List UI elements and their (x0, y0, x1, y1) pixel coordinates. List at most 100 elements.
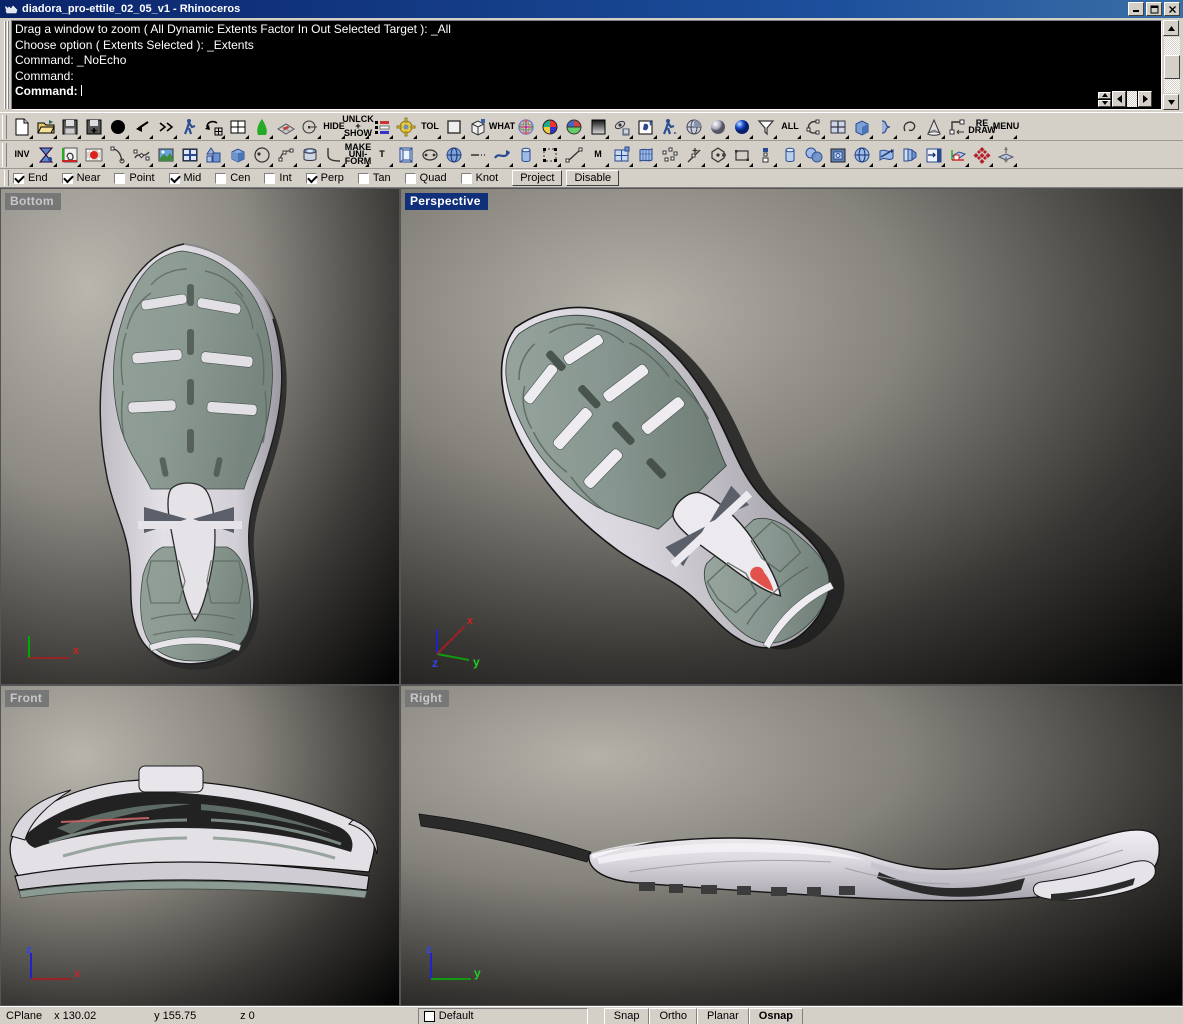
status-ortho-button[interactable]: Ortho (649, 1007, 697, 1024)
cone-button[interactable] (922, 114, 946, 140)
point-cloud-button[interactable] (658, 142, 682, 168)
osnap-mid[interactable]: Mid (168, 172, 201, 184)
group-button[interactable] (538, 142, 562, 168)
osnap-int-checkbox[interactable] (264, 172, 276, 184)
loft-button[interactable] (898, 114, 922, 140)
osnap-knot-checkbox[interactable] (460, 172, 472, 184)
toolbar-grip[interactable] (2, 142, 7, 167)
osnap-int[interactable]: Int (264, 172, 292, 184)
shaded-view-button[interactable] (706, 114, 730, 140)
twist-button[interactable] (874, 142, 898, 168)
background-bitmap-button[interactable] (154, 142, 178, 168)
status-snap-button[interactable]: Snap (603, 1007, 650, 1024)
osnap-near[interactable]: Near (61, 172, 100, 184)
insert-block-button[interactable] (922, 142, 946, 168)
viewport-four-button[interactable] (826, 114, 850, 140)
point-object-button[interactable] (298, 114, 322, 140)
flow-along-curve-button[interactable] (490, 142, 514, 168)
viewport-right-canvas[interactable] (401, 686, 1182, 1005)
command-area-grip[interactable] (3, 20, 11, 110)
unlock-show-button[interactable]: UNLCK + SHOW (342, 114, 374, 140)
sphere-button[interactable] (442, 142, 466, 168)
viewport-right[interactable]: Right z y (400, 685, 1183, 1006)
cplane-label[interactable]: CPlane (0, 1008, 48, 1024)
viewport-perspective-canvas[interactable] (401, 189, 1182, 684)
cube-solid-button[interactable] (226, 142, 250, 168)
osnap-cen-checkbox[interactable] (215, 172, 227, 184)
osnap-point-checkbox[interactable] (114, 172, 126, 184)
command-scrollbar[interactable] (1163, 20, 1181, 110)
undo-view-change-button[interactable] (202, 114, 226, 140)
render-preview-button[interactable] (610, 114, 634, 140)
scroll-down-button[interactable] (1163, 94, 1179, 110)
make-uniform-button[interactable]: MAKE UNI- FORM (345, 142, 371, 168)
osnap-knot[interactable]: Knot (460, 172, 498, 184)
open-file-button[interactable] (34, 114, 58, 140)
viewport-bottom-canvas[interactable] (1, 189, 399, 684)
gradient-background-button[interactable] (586, 114, 610, 140)
redraw-button[interactable]: RE DRAW (968, 114, 996, 140)
section-button[interactable] (826, 142, 850, 168)
box-wireframe-button[interactable] (466, 114, 490, 140)
what-info-button[interactable]: WHAT (489, 114, 515, 140)
osnap-perp[interactable]: Perp (305, 172, 344, 184)
transform-button[interactable] (946, 114, 970, 140)
undo-button[interactable] (130, 114, 154, 140)
surface-blend-button[interactable] (874, 114, 898, 140)
rendered-view-button[interactable] (730, 114, 754, 140)
osnap-disable-button[interactable]: Disable (566, 170, 620, 186)
selection-filter-button[interactable] (754, 114, 778, 140)
render-button[interactable] (634, 114, 658, 140)
osnap-end[interactable]: End (13, 172, 48, 184)
text-object-button[interactable]: T (370, 142, 394, 168)
extrude-surface-button[interactable] (394, 142, 418, 168)
array-polar-button[interactable] (970, 142, 994, 168)
spinner-up-button[interactable] (1098, 91, 1111, 99)
tube-button[interactable] (778, 142, 802, 168)
command-prompt-line[interactable]: Command: (15, 84, 1158, 100)
cplane-button[interactable] (946, 142, 970, 168)
material-color-button[interactable] (562, 114, 586, 140)
invert-selection-button[interactable]: INV (10, 142, 34, 168)
shade-wireframe-button[interactable] (682, 114, 706, 140)
mesh-from-surface-button[interactable] (274, 114, 298, 140)
curve-tools-button[interactable] (58, 142, 82, 168)
history-prev-button[interactable] (1112, 91, 1126, 107)
options-gear-button[interactable] (394, 114, 418, 140)
planar-surface-button[interactable] (442, 114, 466, 140)
select-curves-button[interactable] (802, 114, 826, 140)
select-all-button[interactable]: ALL (778, 114, 802, 140)
osnap-perp-checkbox[interactable] (305, 172, 317, 184)
command-history[interactable]: Drag a window to zoom ( All Dynamic Exte… (11, 20, 1162, 110)
rectangle-button[interactable] (730, 142, 754, 168)
viewport-label-bottom[interactable]: Bottom (5, 193, 61, 210)
add-point-curve-button[interactable] (682, 142, 706, 168)
revolve-button[interactable] (850, 142, 874, 168)
new-file-button[interactable] (10, 114, 34, 140)
walk-person-button[interactable] (178, 114, 202, 140)
history-next-button[interactable] (1138, 91, 1152, 107)
osnap-tan[interactable]: Tan (357, 172, 391, 184)
surface-from-curve-button[interactable] (250, 114, 274, 140)
new-window-button[interactable] (178, 142, 202, 168)
boolean-split-button[interactable] (802, 142, 826, 168)
viewport-perspective[interactable]: Perspective x y z (400, 188, 1183, 685)
move-button[interactable]: M (586, 142, 610, 168)
line-dash-button[interactable] (466, 142, 490, 168)
close-button[interactable] (1164, 2, 1180, 16)
scrollbar-track[interactable] (1163, 36, 1181, 94)
mirror-button[interactable] (994, 142, 1018, 168)
redo-button[interactable] (154, 114, 178, 140)
osnap-cen[interactable]: Cen (215, 172, 250, 184)
osnap-end-checkbox[interactable] (13, 172, 24, 184)
osnap-quad[interactable]: Quad (404, 172, 447, 184)
distribute-button[interactable] (754, 142, 778, 168)
status-osnap-button[interactable]: Osnap (748, 1007, 803, 1024)
osnap-grip[interactable] (4, 170, 9, 186)
osnap-near-checkbox[interactable] (61, 172, 73, 184)
scroll-up-button[interactable] (1163, 20, 1179, 36)
layers-button[interactable] (370, 114, 394, 140)
select-all-solid-button[interactable] (106, 114, 130, 140)
pipe-button[interactable] (514, 142, 538, 168)
viewport-front[interactable]: Front z x (0, 685, 400, 1006)
